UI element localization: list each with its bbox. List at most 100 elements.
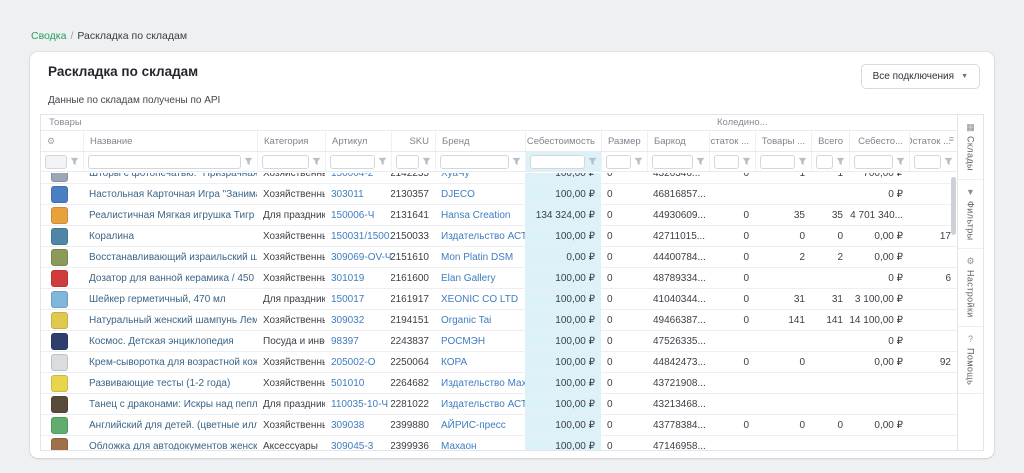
cell-article[interactable]: 501010: [325, 373, 391, 393]
filter-input-ost1[interactable]: [714, 155, 739, 169]
column-header-thumb[interactable]: ⚙: [41, 131, 83, 151]
column-header-sku[interactable]: SKU: [391, 131, 435, 151]
cell-brand[interactable]: Mon Platin DSM: [435, 247, 525, 267]
cell-name[interactable]: Космос. Детская энциклопедия: [83, 331, 257, 351]
cell-name[interactable]: Реалистичная Мягкая игрушка Тигр Тигрёно…: [83, 205, 257, 225]
filter-input-sku[interactable]: [396, 155, 419, 169]
filter-input-ost2[interactable]: [914, 155, 941, 169]
cell-brand[interactable]: Издательство АСТ: [435, 226, 525, 246]
filter-input-name[interactable]: [88, 155, 241, 169]
cell-name[interactable]: Развивающие тесты (1-2 года): [83, 373, 257, 393]
filter-funnel-icon[interactable]: [378, 157, 387, 166]
side-tab-pomosch[interactable]: ?Помощь: [958, 327, 983, 394]
gear-icon[interactable]: ⚙: [47, 136, 55, 147]
filter-funnel-icon[interactable]: [896, 157, 905, 166]
filter-funnel-icon[interactable]: [944, 157, 953, 166]
breadcrumb-link-summary[interactable]: Сводка: [31, 30, 66, 42]
filter-funnel-icon[interactable]: [70, 157, 79, 166]
column-header-ost1[interactable]: Остаток ...: [709, 131, 755, 151]
filter-funnel-icon[interactable]: [836, 157, 845, 166]
cell-name[interactable]: Шторы с фотопечатью: "Призрачная мандала…: [83, 173, 257, 183]
cell-size: 0: [601, 394, 647, 414]
cell-category: Для праздника: [257, 394, 325, 414]
cell-name[interactable]: Обложка для автодокументов женская натур…: [83, 436, 257, 450]
filter-funnel-icon[interactable]: [422, 157, 431, 166]
filter-input-thumb[interactable]: [45, 155, 67, 169]
vertical-scrollbar[interactable]: [951, 177, 956, 235]
filter-funnel-icon[interactable]: [512, 157, 521, 166]
column-header-brand[interactable]: Бренд: [435, 131, 525, 151]
cell-article[interactable]: 110035-10-Ч: [325, 394, 391, 414]
column-header-article[interactable]: Артикул: [325, 131, 391, 151]
filter-funnel-icon[interactable]: [244, 157, 253, 166]
main-card: Раскладка по складам Все подключения ▼ Д…: [30, 52, 994, 458]
cell-sku: 2151610: [391, 247, 435, 267]
cell-article[interactable]: 150031/1500...: [325, 226, 391, 246]
cell-brand[interactable]: Издательство Махаон: [435, 373, 525, 393]
filter-funnel-icon[interactable]: [312, 157, 321, 166]
column-header-barcode[interactable]: Баркод: [647, 131, 709, 151]
column-header-tov[interactable]: Товары ...: [755, 131, 811, 151]
filter-input-brand[interactable]: [440, 155, 509, 169]
column-header-category[interactable]: Категория: [257, 131, 325, 151]
side-tab-label: Настройки: [966, 270, 976, 318]
filter-input-barcode[interactable]: [652, 155, 693, 169]
filter-funnel-icon[interactable]: [634, 157, 643, 166]
cell-name[interactable]: Шейкер герметичный, 470 мл: [83, 289, 257, 309]
cell-brand[interactable]: XEONIC CO LTD: [435, 289, 525, 309]
cell-name[interactable]: Натуральный женский шампунь Лемонграсс д…: [83, 310, 257, 330]
cell-brand[interactable]: Махаон: [435, 436, 525, 450]
cell-name[interactable]: Восстанавливающий израильский шампунь дл…: [83, 247, 257, 267]
cell-article[interactable]: 205002-О: [325, 352, 391, 372]
column-header-seb[interactable]: Себесто...: [849, 131, 909, 151]
filter-input-vsego[interactable]: [816, 155, 833, 169]
filter-input-cost[interactable]: [530, 155, 585, 169]
column-header-cost[interactable]: Себестоимость: [525, 131, 601, 151]
cell-name[interactable]: Крем-сыворотка для возрастной кожи вокру…: [83, 352, 257, 372]
filter-funnel-icon[interactable]: [798, 157, 807, 166]
cell-name[interactable]: Коралина: [83, 226, 257, 246]
cell-name[interactable]: Настольная Карточная Игра "Занимач": [83, 184, 257, 204]
filter-input-article[interactable]: [330, 155, 375, 169]
filter-input-seb[interactable]: [854, 155, 893, 169]
cell-article[interactable]: 301019: [325, 268, 391, 288]
cell-brand[interactable]: Organic Tai: [435, 310, 525, 330]
cell-article[interactable]: 309045-3: [325, 436, 391, 450]
cell-article[interactable]: 150017: [325, 289, 391, 309]
cell-article[interactable]: 98397: [325, 331, 391, 351]
cell-article[interactable]: 150004-2: [325, 173, 391, 183]
cell-name[interactable]: Английский для детей. (цветные илл.): [83, 415, 257, 435]
filter-input-size[interactable]: [606, 155, 631, 169]
cell-brand[interactable]: ХуаЧу: [435, 173, 525, 183]
column-settings-icon[interactable]: ≡: [949, 135, 954, 144]
cell-brand[interactable]: КОРА: [435, 352, 525, 372]
column-header-vsego[interactable]: Всего: [811, 131, 849, 151]
filter-input-tov[interactable]: [760, 155, 795, 169]
filter-funnel-icon[interactable]: [588, 157, 597, 166]
filter-funnel-icon[interactable]: [742, 157, 751, 166]
filter-funnel-icon[interactable]: [696, 157, 705, 166]
cell-article[interactable]: 309069-OV-Ч: [325, 247, 391, 267]
side-tab-nastroyki[interactable]: ⚙Настройки: [958, 249, 983, 327]
cell-article[interactable]: 150006-Ч: [325, 205, 391, 225]
filter-input-category[interactable]: [262, 155, 309, 169]
cell-article[interactable]: 309032: [325, 310, 391, 330]
column-header-name[interactable]: Название: [83, 131, 257, 151]
cell-brand[interactable]: DJECO: [435, 184, 525, 204]
cell-brand[interactable]: Hansa Creation: [435, 205, 525, 225]
cell-tov: 1: [755, 173, 811, 183]
cell-brand[interactable]: Издательство АСТ: [435, 394, 525, 414]
cell-article[interactable]: 303011: [325, 184, 391, 204]
side-tab-filtry[interactable]: ▼Фильтры: [958, 180, 983, 250]
cell-brand[interactable]: Elan Gallery: [435, 268, 525, 288]
side-tab-sklady[interactable]: ▦Склады: [958, 115, 983, 180]
table-row: Космос. Детская энциклопедияПосуда и инв…: [41, 331, 957, 352]
connections-dropdown[interactable]: Все подключения ▼: [861, 64, 980, 89]
cell-brand[interactable]: АЙРИС-пресс: [435, 415, 525, 435]
cell-brand[interactable]: РОСМЭН: [435, 331, 525, 351]
column-header-size[interactable]: Размер: [601, 131, 647, 151]
filter-icon: ▼: [966, 188, 975, 197]
cell-name[interactable]: Танец с драконами: Искры над пеплом: [83, 394, 257, 414]
cell-article[interactable]: 309038: [325, 415, 391, 435]
cell-name[interactable]: Дозатор для ванной керамика / 450 мл: [83, 268, 257, 288]
